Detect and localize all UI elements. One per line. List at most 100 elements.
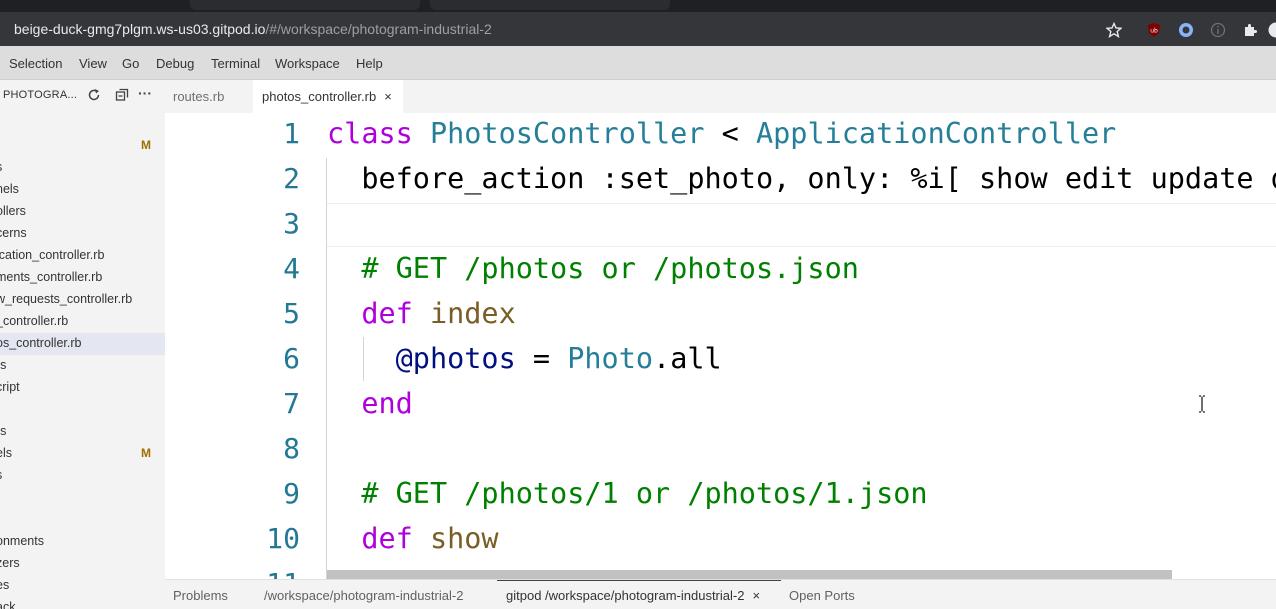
menu-go[interactable]: Go: [122, 56, 139, 71]
tree-item-label: zers: [0, 556, 20, 570]
tree-item[interactable]: [0, 487, 165, 509]
url-text[interactable]: beige-duck-gmg7plgm.ws-us03.gitpod.io/#/…: [14, 21, 492, 37]
tree-item[interactable]: ollers: [0, 201, 165, 223]
refresh-icon[interactable]: [87, 88, 101, 102]
code-editor[interactable]: 1 class PhotosController < ApplicationCon…: [165, 113, 1276, 579]
tree-item[interactable]: ication_controller.rb: [0, 245, 165, 267]
tree-item[interactable]: os_controller.rb: [0, 333, 165, 355]
git-modified-badge: M: [141, 446, 151, 460]
git-modified-badge: M: [141, 138, 151, 152]
tree-item-label: os_controller.rb: [0, 336, 82, 350]
line-number: 9: [283, 477, 300, 510]
line-number: 6: [283, 342, 300, 375]
extensions-puzzle-icon[interactable]: [1242, 22, 1258, 38]
close-panel-tab-icon[interactable]: ×: [752, 588, 760, 603]
tree-item[interactable]: M: [0, 135, 165, 157]
tree-item-label: w_requests_controller.rb: [0, 292, 133, 306]
tree-item-label: _controller.rb: [0, 314, 69, 328]
tree-item-label: els: [0, 446, 12, 460]
code-text: def index: [327, 297, 516, 330]
line-number: 10: [266, 522, 300, 555]
code-line: 8: [165, 428, 1276, 473]
code-token: ApplicationController: [755, 117, 1117, 150]
tree-item[interactable]: cerns: [0, 223, 165, 245]
code-token: def: [327, 522, 430, 555]
tab-label: routes.rb: [173, 89, 225, 104]
code-token: before_action :set_photo, only: %i[ show…: [361, 162, 1276, 195]
panel-tab-label: gitpod /workspace/photogram-industrial-2: [506, 588, 745, 603]
code-token: # GET /photos or /photos.json: [327, 252, 859, 285]
tree-item-label: rs: [0, 358, 7, 372]
address-bar[interactable]: beige-duck-gmg7plgm.ws-us03.gitpod.io/#/…: [0, 12, 1276, 46]
tree-item[interactable]: rs: [0, 355, 165, 377]
menu-selection[interactable]: Selection: [9, 56, 62, 71]
tree-item[interactable]: cript: [0, 377, 165, 399]
bookmark-star-icon[interactable]: [1106, 22, 1122, 38]
code-token: .all: [653, 342, 722, 375]
code-token: def: [327, 297, 430, 330]
panel-tab-terminal-1[interactable]: /workspace/photogram-industrial-2: [264, 588, 463, 603]
code-token: PhotosController: [429, 117, 705, 150]
tree-item[interactable]: s: [0, 465, 165, 487]
tree-item-label: s: [0, 160, 2, 174]
tab-photos-controller-rb[interactable]: photos_controller.rb ×: [253, 80, 403, 113]
panel-tab-open-ports[interactable]: Open Ports: [789, 588, 855, 603]
code-line: 3: [165, 203, 1276, 248]
code-token: # GET /photos/1 or /photos/1.json: [327, 477, 928, 510]
line-number: 1: [283, 117, 300, 150]
tree-item[interactable]: nels: [0, 179, 165, 201]
code-text: @photos = Photo.all: [327, 342, 722, 375]
tree-item-label: ollers: [0, 204, 26, 218]
tree-item[interactable]: [0, 399, 165, 421]
browser-tab[interactable]: [430, 0, 670, 10]
menu-terminal[interactable]: Terminal: [211, 56, 260, 71]
menu-debug[interactable]: Debug: [156, 56, 194, 71]
tree-item-label: s: [0, 468, 2, 482]
tree-item[interactable]: zers: [0, 553, 165, 575]
menu-bar: Selection View Go Debug Terminal Workspa…: [0, 46, 1276, 80]
tree-item-label: cript: [0, 380, 20, 394]
explorer-title: PHOTOGRA...: [3, 89, 78, 101]
info-extension-icon[interactable]: [1210, 22, 1226, 38]
menu-view[interactable]: View: [79, 56, 107, 71]
tree-item[interactable]: rs: [0, 421, 165, 443]
tree-item[interactable]: s: [0, 157, 165, 179]
code-line: 7 end: [165, 383, 1276, 428]
code-text: # GET /photos/1 or /photos/1.json: [327, 477, 928, 510]
tree-item-label: ack: [0, 600, 16, 609]
extension-ring-icon[interactable]: [1178, 22, 1194, 38]
menu-help[interactable]: Help: [356, 56, 383, 71]
more-actions-icon[interactable]: ···: [138, 85, 152, 101]
browser-tab[interactable]: [190, 0, 420, 10]
tree-item-label: cerns: [0, 226, 27, 240]
code-text: end: [327, 387, 412, 420]
tree-item[interactable]: es: [0, 575, 165, 597]
horizontal-scrollbar[interactable]: [327, 570, 1172, 579]
tree-item[interactable]: onments: [0, 531, 165, 553]
panel-tab-problems[interactable]: Problems: [173, 588, 228, 603]
menu-workspace[interactable]: Workspace: [275, 56, 340, 71]
bottom-panel: Problems /workspace/photogram-industrial…: [165, 579, 1276, 609]
active-panel-indicator: [497, 580, 781, 581]
line-number: 7: [283, 387, 300, 420]
tree-item[interactable]: _controller.rb: [0, 311, 165, 333]
code-token: index: [429, 297, 516, 330]
tree-item[interactable]: w_requests_controller.rb: [0, 289, 165, 311]
line-number: 5: [283, 297, 300, 330]
code-text: def show: [327, 522, 498, 555]
collapse-all-icon[interactable]: [115, 88, 129, 102]
tree-item-label: rs: [0, 424, 7, 438]
code-line: 6 @photos = Photo.all: [165, 338, 1276, 383]
tree-item[interactable]: els M: [0, 443, 165, 465]
panel-tab-gitpod-terminal[interactable]: gitpod /workspace/photogram-industrial-2…: [506, 588, 760, 603]
close-tab-icon[interactable]: ×: [384, 89, 392, 104]
tree-item-label: onments: [0, 534, 44, 548]
tab-routes-rb[interactable]: routes.rb: [165, 80, 253, 113]
tree-item-label: nels: [0, 182, 19, 196]
tree-item[interactable]: ments_controller.rb: [0, 267, 165, 289]
tree-item[interactable]: ack: [0, 597, 165, 609]
profile-avatar-icon[interactable]: [1268, 22, 1276, 38]
code-line: 4 # GET /photos or /photos.json: [165, 248, 1276, 293]
ublock-extension-icon[interactable]: ub: [1146, 22, 1162, 38]
